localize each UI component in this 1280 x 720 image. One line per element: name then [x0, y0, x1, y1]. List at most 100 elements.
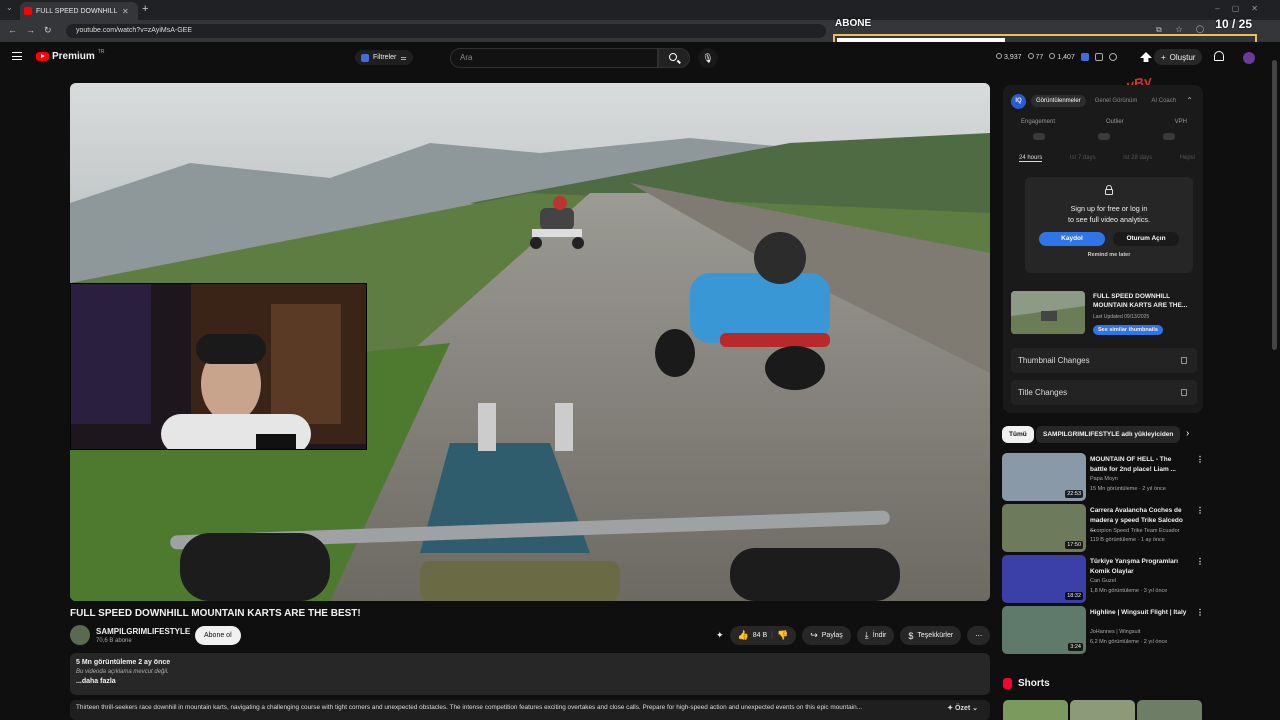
- more-vertical-icon[interactable]: ⋮: [1196, 506, 1204, 515]
- thanks-button[interactable]: $ Teşekkürler: [900, 626, 962, 645]
- chevron-right-icon[interactable]: ›: [1186, 428, 1189, 439]
- description-box[interactable]: 5 Mn görüntüleme 2 ay önce Bu videoda aç…: [70, 653, 990, 695]
- metric-engagement: Engagement: [1021, 119, 1056, 125]
- range-24h[interactable]: 24 hours: [1019, 155, 1043, 162]
- chip-all[interactable]: Tümü: [1002, 426, 1034, 443]
- channel-name[interactable]: SAMPILGRIMLIFESTYLE: [96, 627, 190, 636]
- recommendation-item[interactable]: 17:50 Carrera Avalancha Coches de madera …: [1002, 504, 1204, 552]
- clock-icon: [996, 53, 1002, 59]
- url-field[interactable]: youtube.com/watch?v=zAyiMsA-GEE: [66, 24, 826, 38]
- stat-item: 77: [1027, 53, 1043, 61]
- forward-icon[interactable]: →: [26, 25, 35, 35]
- voice-search-button[interactable]: 🎙: [698, 48, 718, 68]
- range-28d[interactable]: Ist 28 days: [1123, 155, 1152, 162]
- lock-icon: [1181, 357, 1187, 364]
- login-button[interactable]: Oturum Açın: [1113, 232, 1179, 246]
- recommendation-channel[interactable]: Can Guzel: [1090, 578, 1116, 584]
- list-icon[interactable]: [1094, 53, 1103, 61]
- recommendation-title[interactable]: MOUNTAIN OF HELL - The battle for 2nd pl…: [1090, 455, 1190, 474]
- analytics-panel: IQ Görüntülenmeler Genel Görünüm AI Coac…: [1003, 85, 1203, 413]
- recommendation-meta: 1,8 Mn görüntüleme · 3 yıl önce: [1090, 588, 1168, 594]
- thanks-label: Teşekkürler: [917, 632, 954, 639]
- recommendation-title[interactable]: Türkiye Yarışma Programları Komik Olayla…: [1090, 557, 1190, 576]
- youtube-header: Premium TR Filtreler ⚌ Ara 🎙 3,937 77 1,…: [0, 42, 1280, 74]
- youtube-play-icon: [36, 52, 49, 61]
- range-all[interactable]: Hepsi: [1180, 155, 1195, 162]
- see-similar-thumbnails-button[interactable]: See similar thumbnails: [1093, 325, 1163, 335]
- recommendation-channel[interactable]: Papa Moyn: [1090, 476, 1118, 482]
- more-vertical-icon[interactable]: ⋮: [1196, 455, 1204, 464]
- reload-icon[interactable]: ↻: [44, 25, 52, 36]
- range-7d[interactable]: Ist 7 days: [1070, 155, 1096, 162]
- collapse-chevron-icon[interactable]: ⌃: [1186, 96, 1193, 105]
- recommendation-item[interactable]: 22:53 MOUNTAIN OF HELL - The battle for 2…: [1002, 453, 1204, 501]
- channel-avatar[interactable]: [70, 625, 90, 645]
- close-tab-icon[interactable]: ✕: [122, 7, 129, 16]
- short-thumbnail[interactable]: [1137, 700, 1202, 720]
- short-thumbnail[interactable]: [1003, 700, 1068, 720]
- tab-overview[interactable]: Genel Görünüm: [1090, 95, 1143, 107]
- recommendation-thumbnail[interactable]: 3:24: [1002, 606, 1086, 654]
- search-input[interactable]: Ara: [450, 48, 658, 68]
- window-controls[interactable]: –▢✕: [1215, 4, 1270, 13]
- video-player[interactable]: [70, 83, 990, 601]
- like-button[interactable]: 👍 84 B | 👎: [729, 626, 797, 645]
- sub-goal-label: ABONE: [835, 18, 872, 29]
- download-button[interactable]: ⤓ İndir: [856, 626, 895, 645]
- new-tab-button[interactable]: +: [142, 3, 148, 15]
- filters-label: Filtreler: [373, 54, 397, 61]
- recommendation-thumbnail[interactable]: 18:32: [1002, 555, 1086, 603]
- more-vertical-icon[interactable]: ⋮: [1196, 557, 1204, 566]
- recommendation-item[interactable]: 18:32 Türkiye Yarışma Programları Komik O…: [1002, 555, 1204, 603]
- lock-icon: [1181, 389, 1187, 396]
- signup-button[interactable]: Kaydol: [1039, 232, 1105, 246]
- tab-views[interactable]: Görüntülenmeler: [1031, 95, 1086, 107]
- thumbnail-changes-row[interactable]: Thumbnail Changes: [1011, 348, 1197, 373]
- eye-icon: [1027, 53, 1034, 59]
- extension-icon: [361, 53, 369, 62]
- short-thumbnail[interactable]: [1070, 700, 1135, 720]
- subscribe-button[interactable]: Abone ol: [195, 626, 241, 645]
- thumbs-down-icon[interactable]: 👎: [777, 630, 788, 641]
- recommendation-thumbnail[interactable]: 22:53: [1002, 453, 1086, 501]
- summary-button[interactable]: ✦ Özet ⌄: [947, 704, 978, 712]
- more-horizontal-icon: ⋯: [975, 632, 983, 640]
- tab-ai-coach[interactable]: AI Coach: [1146, 95, 1181, 107]
- more-vertical-icon[interactable]: ⋮: [1196, 608, 1204, 617]
- back-icon[interactable]: ←: [8, 25, 17, 35]
- no-description-text: Bu videoda açıklama mevcut değil.: [76, 669, 169, 675]
- vidiq-icon[interactable]: [1080, 53, 1089, 61]
- trophy-icon[interactable]: [1108, 53, 1117, 61]
- title-changes-row[interactable]: Title Changes: [1011, 380, 1197, 405]
- remind-later-link[interactable]: Remind me later: [1025, 252, 1193, 258]
- upload-icon[interactable]: [1140, 52, 1152, 62]
- create-button[interactable]: + Oluştur: [1154, 49, 1203, 65]
- thumbs-up-icon: 👍: [737, 630, 749, 640]
- create-label: Oluştur: [1169, 52, 1196, 62]
- search-button[interactable]: [658, 48, 690, 68]
- recommendation-item[interactable]: 3:24 Highline | Wingsuit Flight | Italy Jo…: [1002, 606, 1204, 654]
- show-more-link[interactable]: ...daha fazla: [76, 678, 984, 685]
- recommendation-channel[interactable]: JoHannes | Wingsuit: [1090, 629, 1140, 635]
- menu-icon[interactable]: [12, 52, 22, 60]
- notifications-bell-icon[interactable]: [1214, 51, 1224, 61]
- filters-button[interactable]: Filtreler ⚌: [355, 50, 413, 65]
- chip-uploader[interactable]: SAMPILGRIMLIFESTYLE adlı yükleyiciden: [1036, 426, 1181, 443]
- account-avatar[interactable]: [1243, 52, 1255, 64]
- share-button[interactable]: ↪ Paylaş: [802, 626, 851, 645]
- recommendation-channel[interactable]: Scorpion Speed Trike Team Ecuador: [1090, 528, 1179, 534]
- metric-vph: VPH: [1174, 119, 1187, 125]
- puzzle-extension-icon[interactable]: ✦: [716, 630, 724, 641]
- duration-badge: 22:53: [1065, 490, 1083, 498]
- recommendation-title[interactable]: Highline | Wingsuit Flight | Italy: [1090, 608, 1190, 618]
- more-actions-button[interactable]: ⋯: [967, 626, 991, 645]
- recommendation-thumbnail[interactable]: 17:50: [1002, 504, 1086, 552]
- like-count: 84 B: [752, 632, 768, 639]
- youtube-premium-logo[interactable]: Premium TR: [36, 49, 104, 62]
- tab-list-chevron-icon[interactable]: ⌄: [6, 3, 13, 12]
- stat-item: 3,937: [996, 53, 1022, 61]
- streamer-webcam: [70, 283, 367, 450]
- browser-tab[interactable]: FULL SPEED DOWNHILL M ✕: [20, 2, 138, 20]
- page-scrollbar[interactable]: [1272, 60, 1277, 350]
- extension-stats: 3,937 77 1,407: [996, 53, 1117, 61]
